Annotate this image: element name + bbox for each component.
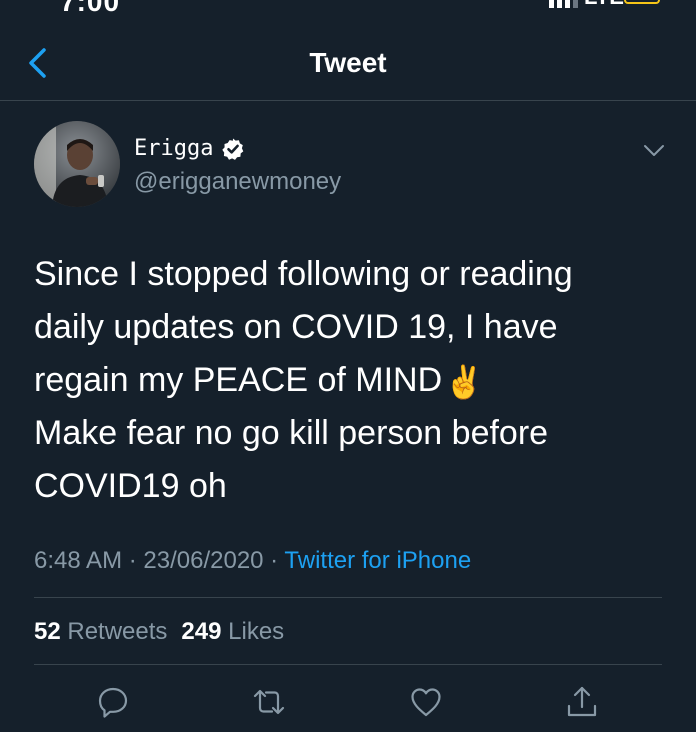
tweet-date: 23/06/2020: [143, 547, 264, 574]
retweet-button[interactable]: [251, 684, 287, 720]
avatar[interactable]: [34, 121, 120, 207]
tweet-text-line: regain my PEACE of MIND: [34, 361, 443, 399]
author-name-row[interactable]: Erigga: [134, 136, 245, 161]
tweet-text-line: COVID19 oh: [34, 467, 227, 505]
tweet-meta: 6:48 AM · 23/06/2020 · Twitter for iPhon…: [34, 547, 471, 575]
meta-separator: ·: [122, 547, 144, 574]
page-title: Tweet: [309, 47, 387, 78]
tweet-stats: 52 Retweets 249 Likes: [34, 618, 284, 646]
header-divider: [0, 100, 696, 101]
tweet-time: 6:48 AM: [34, 547, 123, 574]
display-name: Erigga: [134, 136, 214, 161]
like-button[interactable]: [408, 684, 444, 720]
verified-badge-icon: [222, 138, 244, 160]
retweets-count: 52: [34, 618, 61, 645]
retweet-icon: [253, 689, 285, 715]
tweet-text: Since I stopped following or reading dai…: [34, 248, 654, 513]
heart-icon: [411, 688, 441, 717]
more-options-button[interactable]: [642, 140, 666, 160]
signal-strength-icon: [549, 0, 578, 8]
tweet-text-line: Make fear no go kill person before: [34, 414, 549, 452]
likes-label: Likes: [228, 618, 285, 645]
divider: [34, 597, 662, 598]
victory-hand-emoji: ✌️: [444, 364, 484, 400]
status-time: 7:00: [60, 0, 120, 14]
network-type: LTE: [584, 0, 624, 10]
share-icon: [567, 686, 597, 717]
comment-icon: [98, 687, 128, 718]
tweet-text-line: Since I stopped following or reading: [34, 255, 573, 293]
share-button[interactable]: [564, 684, 600, 720]
tweet-text-line-with-emoji: regain my PEACE of MIND✌️: [34, 354, 654, 407]
status-bar: 7:00 LTE: [0, 0, 696, 14]
battery-icon: [624, 0, 660, 4]
username[interactable]: @erigganewmoney: [134, 168, 341, 196]
divider: [34, 664, 662, 665]
retweets-label: Retweets: [67, 618, 168, 645]
tweet-source-link[interactable]: Twitter for iPhone: [284, 547, 471, 574]
tweet-text-line: daily updates on COVID 19, I have: [34, 308, 558, 346]
meta-separator: ·: [263, 547, 285, 574]
retweets-stat[interactable]: 52 Retweets: [34, 618, 167, 645]
likes-count: 249: [181, 618, 222, 645]
avatar-photo: [34, 121, 120, 207]
likes-stat[interactable]: 249 Likes: [181, 618, 284, 645]
chevron-down-icon: [644, 145, 664, 156]
reply-button[interactable]: [95, 684, 131, 720]
nav-header: Tweet: [0, 30, 696, 100]
